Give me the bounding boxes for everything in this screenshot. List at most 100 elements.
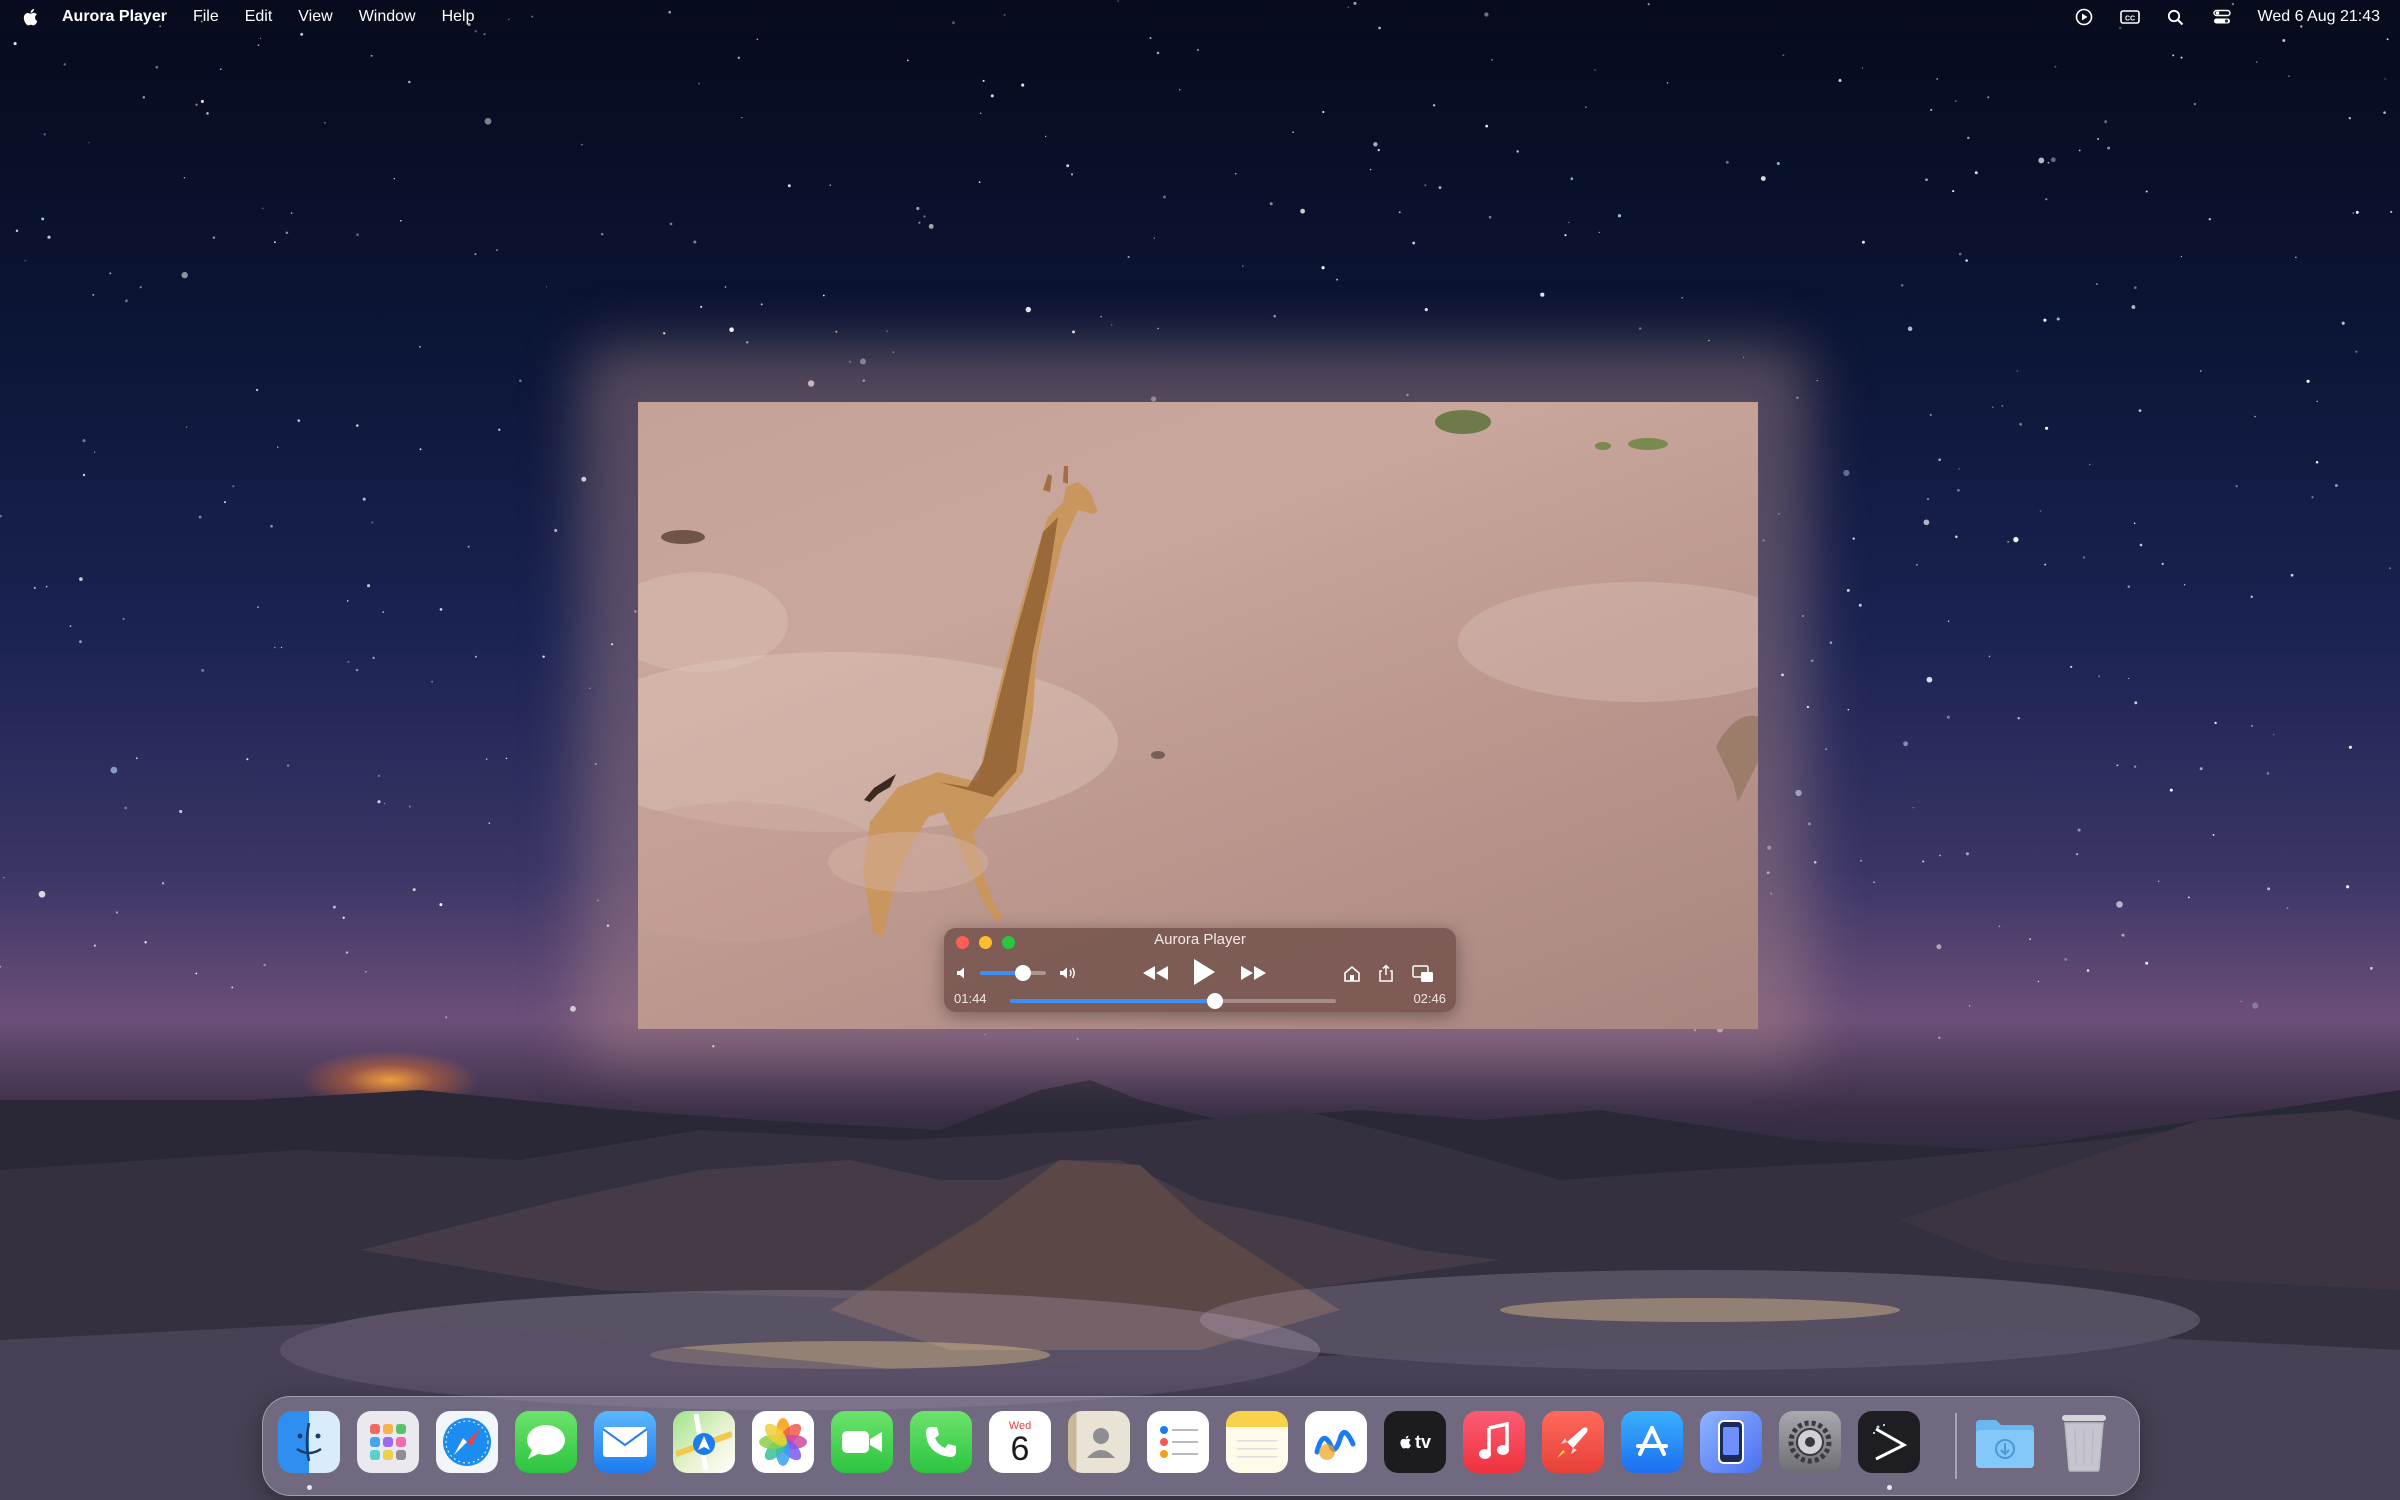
star xyxy=(370,54,373,57)
dock-downloads-folder-icon[interactable] xyxy=(1974,1411,2036,1473)
star xyxy=(2386,38,2389,41)
dock-aurora-player-icon[interactable] xyxy=(1858,1411,1920,1473)
volume-slider[interactable] xyxy=(980,965,1046,981)
progress-knob[interactable] xyxy=(1207,993,1224,1009)
star xyxy=(1852,537,1855,540)
star xyxy=(2286,907,2289,910)
search-icon[interactable] xyxy=(2166,7,2186,27)
star xyxy=(1825,748,1828,751)
dock-separator xyxy=(1955,1413,1957,1479)
star xyxy=(1485,124,1489,128)
dock-photos-icon[interactable] xyxy=(752,1411,814,1473)
star xyxy=(383,802,386,805)
star xyxy=(2199,767,2203,771)
star xyxy=(570,1005,576,1012)
star xyxy=(1322,110,1325,114)
dock-trash-icon[interactable] xyxy=(2053,1411,2115,1473)
menu-window[interactable]: Window xyxy=(359,8,416,26)
dock-music-icon[interactable] xyxy=(1463,1411,1525,1473)
dock-mail-icon[interactable] xyxy=(594,1411,656,1473)
menu-help[interactable]: Help xyxy=(442,8,475,26)
dock-tv-icon[interactable]: tv xyxy=(1384,1411,1446,1473)
menu-app-name[interactable]: Aurora Player xyxy=(62,8,167,26)
star xyxy=(1163,195,1166,199)
star xyxy=(2054,65,2057,68)
star xyxy=(355,233,360,237)
dock-app-store-icon[interactable] xyxy=(1621,1411,1683,1473)
star xyxy=(2077,828,2081,832)
star xyxy=(2306,379,2310,383)
picture-in-picture-icon[interactable] xyxy=(1411,964,1435,984)
dock-safari-icon[interactable] xyxy=(436,1411,498,1473)
star xyxy=(2045,198,2048,201)
star xyxy=(1617,214,1622,218)
control-center-icon[interactable] xyxy=(2212,7,2232,27)
star xyxy=(439,903,443,907)
volume-knob[interactable] xyxy=(1014,965,1031,981)
star xyxy=(978,181,981,183)
rewind-button[interactable] xyxy=(1139,962,1171,984)
menu-clock[interactable]: Wed 6 Aug 21:43 xyxy=(2258,8,2380,26)
caption-icon[interactable]: CC xyxy=(2119,7,2140,27)
star xyxy=(756,38,759,41)
menu-bar: Aurora Player File Edit View Window Help… xyxy=(0,0,2400,34)
dock-facetime-icon[interactable] xyxy=(831,1411,893,1473)
star xyxy=(2127,585,2131,588)
dock-finder-icon[interactable] xyxy=(278,1411,340,1473)
dock-notes-icon[interactable] xyxy=(1226,1411,1288,1473)
dock-iphone-mirroring-icon[interactable] xyxy=(1700,1411,1762,1473)
dock-freeform-icon[interactable] xyxy=(1305,1411,1367,1473)
dock-phone-icon[interactable] xyxy=(910,1411,972,1473)
progress-scrubber[interactable] xyxy=(1010,993,1336,1009)
dock-messages-icon[interactable] xyxy=(515,1411,577,1473)
star xyxy=(290,212,293,214)
star xyxy=(181,271,188,279)
star xyxy=(2107,146,2111,150)
star xyxy=(1987,96,1990,99)
star xyxy=(1952,190,1955,193)
star xyxy=(2255,61,2258,63)
airplay-icon[interactable] xyxy=(1342,964,1362,984)
dock-rocket-icon[interactable] xyxy=(1542,1411,1604,1473)
star xyxy=(1947,620,1950,622)
star xyxy=(445,1016,448,1019)
star xyxy=(980,112,982,114)
current-time: 01:44 xyxy=(954,991,987,1006)
star xyxy=(982,79,985,82)
star xyxy=(1369,168,1372,171)
dock-reminders-icon[interactable] xyxy=(1147,1411,1209,1473)
star xyxy=(1070,173,1074,176)
dock-system-settings-icon[interactable] xyxy=(1779,1411,1841,1473)
star xyxy=(2116,901,2123,908)
dock-maps-icon[interactable] xyxy=(673,1411,735,1473)
menu-edit[interactable]: Edit xyxy=(245,8,273,26)
dock-launchpad-icon[interactable] xyxy=(357,1411,419,1473)
volume-low-icon[interactable] xyxy=(954,964,972,982)
dock-contacts-icon[interactable] xyxy=(1068,1411,1130,1473)
star xyxy=(179,809,183,814)
apple-logo-icon[interactable] xyxy=(22,7,40,27)
star xyxy=(297,419,301,422)
dock-calendar-icon[interactable]: Wed 6 xyxy=(989,1411,1051,1473)
star xyxy=(408,80,411,84)
star xyxy=(1861,67,1864,69)
star xyxy=(1974,171,1978,175)
menu-file[interactable]: File xyxy=(193,8,219,26)
star xyxy=(419,448,422,451)
star xyxy=(2183,584,2186,586)
star xyxy=(829,184,832,186)
share-icon[interactable] xyxy=(1376,963,1396,983)
star xyxy=(2086,969,2090,972)
star xyxy=(277,446,279,448)
volume-high-icon[interactable] xyxy=(1058,964,1080,982)
play-circle-icon[interactable] xyxy=(2074,7,2094,27)
menu-view[interactable]: View xyxy=(298,8,332,26)
star xyxy=(362,497,366,501)
star xyxy=(439,608,443,611)
star xyxy=(1992,406,1994,408)
fast-forward-button[interactable] xyxy=(1238,962,1270,984)
play-button[interactable] xyxy=(1188,956,1220,988)
star xyxy=(2121,933,2125,937)
star xyxy=(1570,177,1574,180)
rewind-icon xyxy=(1143,966,1168,980)
